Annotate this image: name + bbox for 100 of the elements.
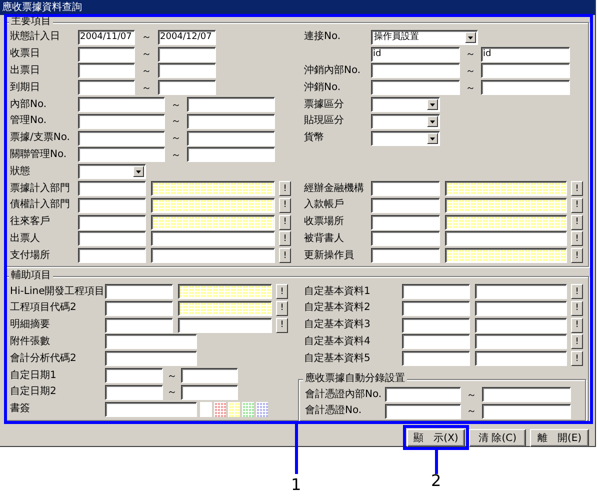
lookup-button[interactable]: !	[279, 231, 291, 246]
text-field[interactable]	[78, 181, 146, 196]
name-field[interactable]	[151, 214, 275, 230]
text-field[interactable]	[181, 368, 238, 384]
text-field[interactable]	[78, 114, 165, 129]
text-field[interactable]	[371, 198, 440, 213]
text-field[interactable]	[187, 130, 275, 146]
lookup-button[interactable]: !	[571, 231, 583, 246]
text-field[interactable]	[371, 214, 440, 230]
lookup-button[interactable]: !	[279, 248, 291, 264]
text-field[interactable]	[481, 80, 570, 96]
dropdown[interactable]	[371, 114, 440, 129]
lookup-button[interactable]: !	[571, 334, 583, 350]
text-field[interactable]: id	[371, 46, 460, 62]
text-field[interactable]	[402, 351, 470, 366]
name-field[interactable]	[475, 284, 567, 300]
text-field[interactable]	[105, 300, 173, 316]
text-field[interactable]	[371, 63, 460, 78]
text-field[interactable]	[482, 404, 571, 419]
text-field[interactable]	[187, 114, 275, 129]
text-field[interactable]: id	[481, 46, 570, 62]
text-field[interactable]	[105, 318, 173, 333]
text-field[interactable]	[78, 46, 135, 62]
text-field[interactable]	[371, 181, 440, 196]
text-field[interactable]	[402, 300, 470, 316]
lookup-button[interactable]: !	[276, 318, 288, 333]
text-field[interactable]	[385, 404, 461, 419]
color-swatch[interactable]	[256, 402, 268, 417]
text-field[interactable]	[481, 63, 570, 78]
text-field[interactable]	[482, 387, 571, 402]
name-field[interactable]	[151, 181, 275, 196]
color-swatch[interactable]	[242, 402, 254, 417]
text-field[interactable]	[78, 248, 146, 264]
name-field[interactable]	[475, 334, 567, 350]
text-field[interactable]	[158, 80, 216, 96]
lookup-button[interactable]: !	[571, 198, 583, 213]
text-field[interactable]	[78, 214, 146, 230]
text-field[interactable]	[371, 231, 440, 246]
command-button[interactable]: 離 開(E)	[530, 429, 589, 448]
text-field[interactable]	[402, 318, 470, 333]
name-field[interactable]	[178, 300, 272, 316]
text-field[interactable]	[187, 147, 275, 162]
text-field[interactable]	[78, 130, 165, 146]
lookup-button[interactable]: !	[279, 198, 291, 213]
name-field[interactable]	[445, 248, 567, 264]
text-field[interactable]	[105, 284, 173, 300]
dropdown[interactable]: 操作員設置	[371, 30, 478, 45]
lookup-button[interactable]: !	[571, 300, 583, 316]
name-field[interactable]	[178, 284, 272, 300]
color-swatch[interactable]	[214, 402, 226, 417]
lookup-button[interactable]: !	[276, 284, 288, 300]
dropdown[interactable]	[371, 130, 440, 146]
color-swatch[interactable]	[200, 402, 212, 417]
text-field[interactable]: 2004/12/07	[158, 30, 216, 45]
text-field[interactable]	[78, 231, 146, 246]
text-field[interactable]	[78, 63, 135, 78]
text-field[interactable]	[181, 384, 238, 400]
text-field[interactable]	[78, 198, 146, 213]
name-field[interactable]	[445, 181, 567, 196]
lookup-button[interactable]: !	[279, 214, 291, 230]
command-button[interactable]: 清 除(C)	[469, 429, 526, 448]
text-field[interactable]	[371, 80, 460, 96]
text-field[interactable]	[105, 351, 197, 366]
text-field[interactable]	[158, 46, 216, 62]
text-field[interactable]	[402, 284, 470, 300]
name-field[interactable]	[475, 300, 567, 316]
lookup-button[interactable]: !	[571, 214, 583, 230]
text-field[interactable]	[371, 248, 440, 264]
name-field[interactable]	[151, 231, 275, 246]
text-field[interactable]	[78, 80, 135, 96]
text-field[interactable]	[78, 97, 165, 112]
name-field[interactable]	[445, 231, 567, 246]
lookup-button[interactable]: !	[279, 181, 291, 196]
color-swatch[interactable]	[228, 402, 240, 417]
name-field[interactable]	[445, 198, 567, 213]
lookup-button[interactable]: !	[571, 248, 583, 264]
lookup-button[interactable]: !	[571, 318, 583, 333]
lookup-button[interactable]: !	[571, 351, 583, 366]
name-field[interactable]	[475, 351, 567, 366]
text-field[interactable]	[158, 63, 216, 78]
dropdown[interactable]	[78, 164, 146, 180]
text-field[interactable]	[105, 334, 197, 350]
text-field[interactable]	[402, 334, 470, 350]
lookup-button[interactable]: !	[276, 300, 288, 316]
command-button[interactable]: 顯 示(X)	[407, 429, 465, 448]
text-field[interactable]	[187, 97, 275, 112]
name-field[interactable]	[151, 248, 275, 264]
text-field[interactable]	[105, 368, 163, 384]
name-field[interactable]	[178, 318, 272, 333]
name-field[interactable]	[151, 198, 275, 213]
dropdown[interactable]	[371, 97, 440, 112]
name-field[interactable]	[445, 214, 567, 230]
text-field[interactable]	[78, 147, 165, 162]
text-field[interactable]: 2004/11/07	[78, 30, 135, 45]
lookup-button[interactable]: !	[571, 284, 583, 300]
text-field[interactable]	[105, 402, 197, 417]
name-field[interactable]	[475, 318, 567, 333]
text-field[interactable]	[105, 384, 163, 400]
lookup-button[interactable]: !	[571, 181, 583, 196]
text-field[interactable]	[385, 387, 461, 402]
